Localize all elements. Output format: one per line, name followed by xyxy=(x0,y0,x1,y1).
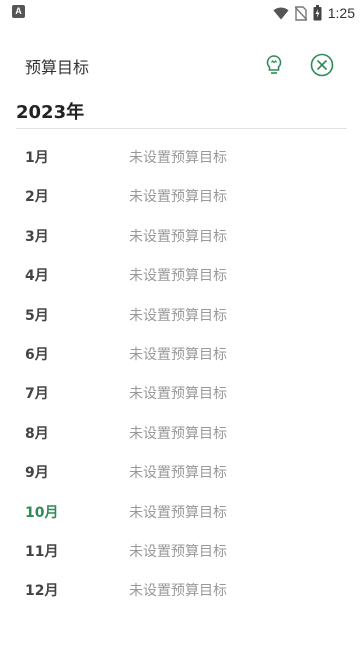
month-budget-status: 未设置预算目标 xyxy=(129,543,227,560)
month-budget-status: 未设置预算目标 xyxy=(129,268,227,285)
header: 预算目标 xyxy=(0,44,363,88)
month-label: 2月 xyxy=(25,189,49,206)
month-budget-status: 未设置预算目标 xyxy=(129,189,227,206)
wifi-icon xyxy=(273,7,289,19)
month-row-5[interactable]: 5月 未设置预算目标 xyxy=(0,295,363,334)
month-label: 7月 xyxy=(25,386,49,403)
month-budget-status: 未设置预算目标 xyxy=(129,583,227,600)
month-budget-status: 未设置预算目标 xyxy=(129,465,227,482)
month-budget-status: 未设置预算目标 xyxy=(129,386,227,403)
tips-button[interactable] xyxy=(261,52,287,78)
month-budget-status: 未设置预算目标 xyxy=(129,346,227,363)
month-row-6[interactable]: 6月 未设置预算目标 xyxy=(0,334,363,373)
month-row-8[interactable]: 8月 未设置预算目标 xyxy=(0,413,363,452)
status-icons: 1:25 xyxy=(273,3,355,23)
lightbulb-icon xyxy=(266,55,282,74)
month-label: 9月 xyxy=(25,465,49,482)
status-bar: A 1:25 xyxy=(0,0,363,26)
month-row-11[interactable]: 11月 未设置预算目标 xyxy=(0,531,363,570)
month-label: 1月 xyxy=(25,150,49,166)
month-row-3[interactable]: 3月 未设置预算目标 xyxy=(0,216,363,255)
month-budget-status: 未设置预算目标 xyxy=(129,504,227,521)
month-label: 6月 xyxy=(25,346,49,363)
month-label: 3月 xyxy=(25,228,49,245)
month-label: 8月 xyxy=(25,425,49,442)
month-row-9[interactable]: 9月 未设置预算目标 xyxy=(0,452,363,491)
month-budget-status: 未设置预算目标 xyxy=(129,150,227,166)
close-button[interactable] xyxy=(309,52,335,78)
month-budget-status: 未设置预算目标 xyxy=(129,228,227,245)
divider xyxy=(16,128,347,129)
month-row-10[interactable]: 10月 未设置预算目标 xyxy=(0,492,363,531)
month-label: 11月 xyxy=(25,543,59,560)
no-sim-icon xyxy=(294,5,307,21)
month-label-current: 10月 xyxy=(25,504,59,521)
year-heading: 2023年 xyxy=(16,102,85,123)
month-budget-status: 未设置预算目标 xyxy=(129,307,227,324)
month-label: 5月 xyxy=(25,307,49,324)
close-circle-icon xyxy=(310,53,334,77)
month-list: 1月 未设置预算目标 2月 未设置预算目标 3月 未设置预算目标 4月 未设置预… xyxy=(0,137,363,610)
month-row-4[interactable]: 4月 未设置预算目标 xyxy=(0,255,363,294)
month-row-2[interactable]: 2月 未设置预算目标 xyxy=(0,176,363,215)
month-label: 12月 xyxy=(25,583,59,600)
app-notification-icon: A xyxy=(12,5,25,18)
page-title: 预算目标 xyxy=(25,58,90,77)
battery-icon xyxy=(313,5,322,21)
month-budget-status: 未设置预算目标 xyxy=(129,425,227,442)
month-row-1[interactable]: 1月 未设置预算目标 xyxy=(0,137,363,176)
month-row-7[interactable]: 7月 未设置预算目标 xyxy=(0,373,363,412)
status-time: 1:25 xyxy=(327,5,355,21)
month-row-12[interactable]: 12月 未设置预算目标 xyxy=(0,570,363,609)
month-label: 4月 xyxy=(25,268,49,285)
